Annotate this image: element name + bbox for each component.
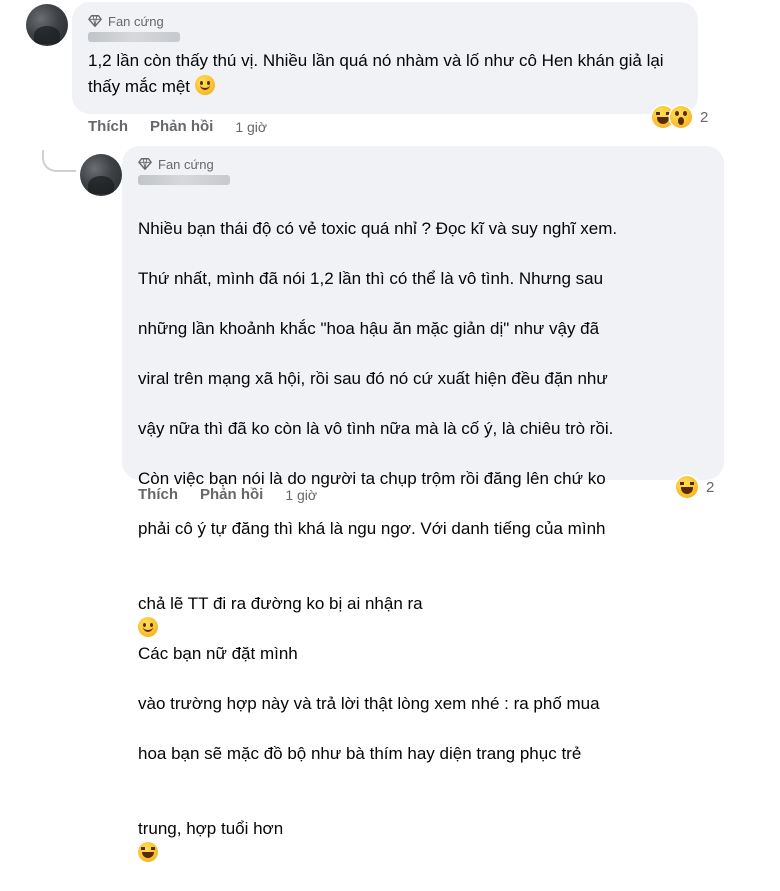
comment-bubble: Fan cứng Nhiều bạn thái độ có vẻ toxic q… bbox=[122, 146, 724, 862]
comment-text: Nhiều bạn thái độ có vẻ toxic quá nhỉ ? … bbox=[138, 191, 708, 891]
smile-emoji-icon bbox=[138, 617, 158, 637]
laugh-emoji-icon bbox=[138, 842, 158, 862]
avatar[interactable] bbox=[80, 154, 122, 196]
like-button[interactable]: Thích bbox=[138, 486, 178, 503]
reply-button[interactable]: Phản hồi bbox=[200, 486, 263, 503]
reply-thread-line bbox=[42, 150, 76, 172]
reaction-summary[interactable]: 2 bbox=[676, 476, 714, 498]
badge-label: Fan cứng bbox=[158, 156, 214, 172]
reaction-count: 2 bbox=[706, 478, 715, 496]
author-name[interactable] bbox=[138, 175, 230, 185]
timestamp[interactable]: 1 giờ bbox=[235, 119, 267, 135]
fan-badge: Fan cứng bbox=[138, 155, 708, 173]
diamond-icon bbox=[88, 15, 102, 27]
fan-badge: Fan cứng bbox=[88, 12, 682, 30]
haha-icon bbox=[676, 476, 698, 498]
comment-actions: Thích Phản hồi 1 giờ bbox=[88, 118, 267, 135]
author-name[interactable] bbox=[88, 32, 180, 42]
like-button[interactable]: Thích bbox=[88, 118, 128, 135]
wow-icon bbox=[670, 106, 692, 128]
smile-emoji-icon bbox=[194, 75, 215, 95]
reaction-count: 2 bbox=[700, 108, 709, 126]
avatar[interactable] bbox=[26, 4, 68, 46]
comment-bubble: Fan cứng 1,2 lần còn thấy thú vị. Nhiều … bbox=[72, 2, 698, 114]
reaction-summary[interactable]: 2 bbox=[652, 106, 708, 128]
badge-label: Fan cứng bbox=[108, 13, 164, 29]
reply-button[interactable]: Phản hồi bbox=[150, 118, 213, 135]
comment-text: 1,2 lần còn thấy thú vị. Nhiều lần quá n… bbox=[88, 51, 664, 96]
comment-actions: Thích Phản hồi 1 giờ bbox=[138, 486, 317, 503]
diamond-icon bbox=[138, 158, 152, 170]
timestamp[interactable]: 1 giờ bbox=[285, 487, 317, 503]
